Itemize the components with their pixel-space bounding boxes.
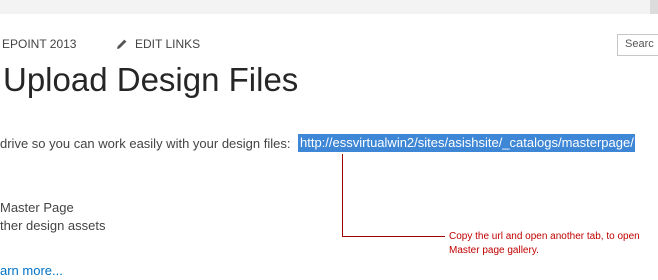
edit-links-label: EDIT LINKS [135, 37, 201, 51]
page-description: drive so you can work easily with your d… [0, 136, 291, 151]
edit-links-button[interactable]: EDIT LINKS [116, 37, 200, 51]
callout-connector-horizontal [342, 236, 445, 237]
learn-more-link[interactable]: arn more... [0, 263, 63, 278]
list-item-master-page: Master Page [0, 200, 74, 215]
search-input[interactable]: Searc [617, 34, 658, 56]
site-name-link[interactable]: EPOINT 2013 [2, 37, 76, 51]
page-title: Upload Design Files [3, 61, 299, 98]
pencil-icon [117, 39, 127, 49]
top-bar-edge [650, 0, 658, 14]
annotation-callout: Copy the url and open another tab, to op… [449, 231, 640, 256]
callout-connector-vertical [342, 154, 343, 237]
top-bar [0, 0, 658, 14]
master-page-url-link[interactable]: http://essvirtualwin2/sites/asishsite/_c… [298, 134, 635, 152]
list-item-design-assets: ther design assets [0, 218, 106, 233]
